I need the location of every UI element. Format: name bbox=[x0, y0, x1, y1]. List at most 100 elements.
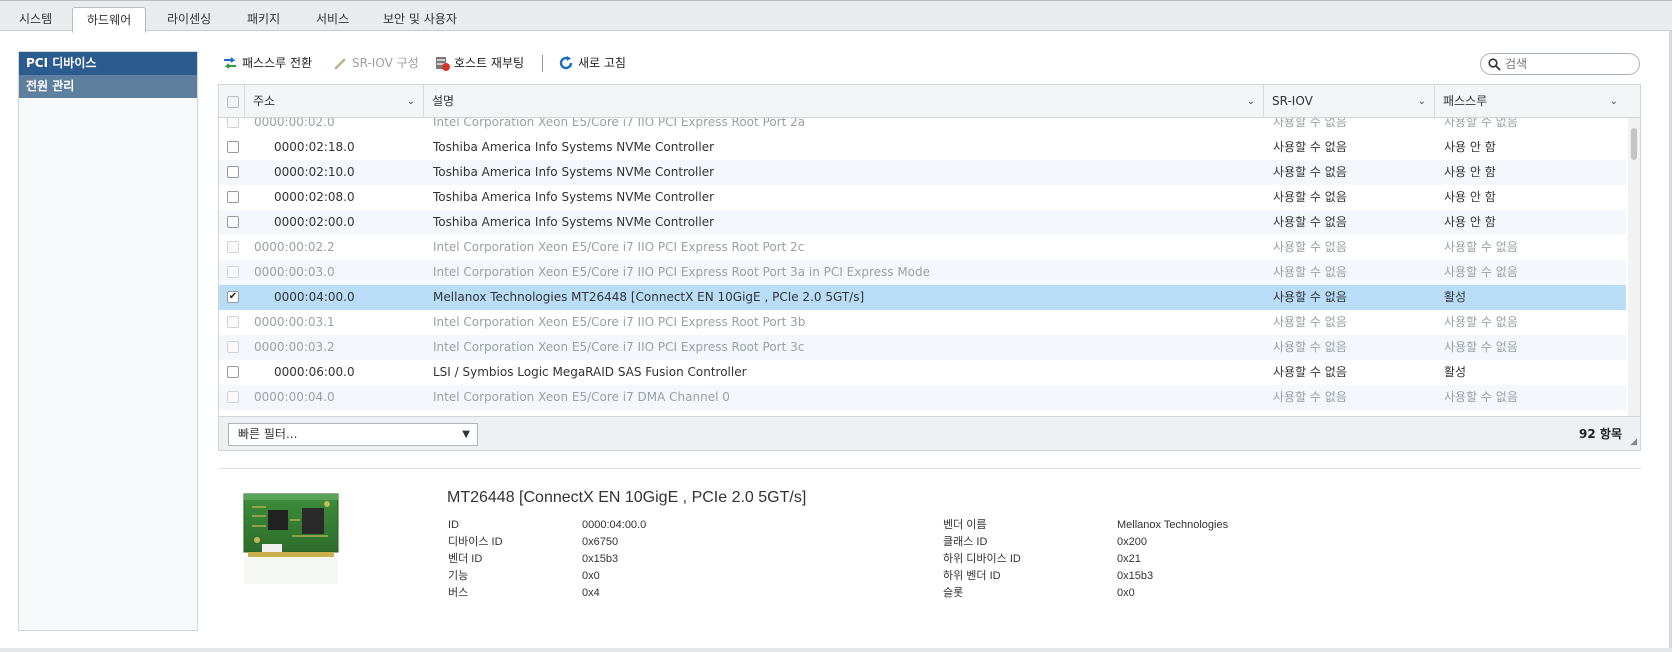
tab-security-users[interactable]: 보안 및 사용자 bbox=[369, 7, 471, 32]
sidebar-item-pci-devices[interactable]: PCI 디바이스 bbox=[19, 52, 197, 75]
table-row-selected[interactable]: ✔ 0000:04:00.0 Mellanox Technologies MT2… bbox=[219, 285, 1626, 310]
row-sriov: 사용할 수 없음 bbox=[1273, 340, 1347, 354]
row-passthrough: 활성 bbox=[1444, 365, 1467, 379]
row-address: 0000:00:03.1 bbox=[254, 315, 335, 329]
table-row[interactable]: 0000:00:02.0 Intel Corporation Xeon E5/C… bbox=[219, 118, 1626, 135]
grid-rows: 0000:00:02.0 Intel Corporation Xeon E5/C… bbox=[219, 118, 1626, 416]
quick-filter-dropdown[interactable]: 빠른 필터... ▼ bbox=[228, 423, 478, 446]
row-description: Mellanox Technologies MT26448 [ConnectX … bbox=[433, 290, 865, 304]
quick-filter-label: 빠른 필터... bbox=[238, 427, 298, 441]
row-checkbox[interactable] bbox=[227, 141, 239, 153]
row-checkbox[interactable] bbox=[227, 216, 239, 228]
row-description: Intel Corporation Xeon E5/Core i7 IIO PC… bbox=[433, 315, 806, 329]
row-sriov: 사용할 수 없음 bbox=[1273, 240, 1347, 254]
row-sriov: 사용할 수 없음 bbox=[1273, 365, 1347, 379]
column-sriov-label: SR-IOV bbox=[1272, 94, 1313, 108]
toggle-passthrough-button[interactable]: 패스스루 전환 bbox=[222, 52, 312, 74]
detail-value: 0000:04:00.0 bbox=[582, 519, 647, 531]
row-address: 0000:00:02.0 bbox=[254, 118, 335, 129]
tab-system[interactable]: 시스템 bbox=[5, 7, 66, 32]
detail-key: 기능 bbox=[448, 570, 469, 582]
table-row[interactable]: 0000:02:18.0 Toshiba America Info System… bbox=[219, 135, 1626, 160]
detail-value: 0x15b3 bbox=[582, 553, 619, 565]
table-row[interactable]: 0000:00:03.1 Intel Corporation Xeon E5/C… bbox=[219, 310, 1626, 335]
row-checkbox[interactable] bbox=[227, 391, 239, 403]
row-checkbox[interactable] bbox=[227, 241, 239, 253]
row-address: 0000:00:04.0 bbox=[254, 390, 335, 404]
chevron-down-icon[interactable]: ⌄ bbox=[407, 85, 415, 118]
row-checkbox[interactable] bbox=[227, 316, 239, 328]
tab-licensing[interactable]: 라이센싱 bbox=[153, 7, 225, 32]
chevron-down-icon[interactable]: ⌄ bbox=[1610, 85, 1618, 118]
row-address: 0000:02:08.0 bbox=[274, 190, 355, 204]
chevron-down-icon[interactable]: ⌄ bbox=[1418, 85, 1426, 118]
tab-hardware[interactable]: 하드웨어 bbox=[72, 7, 147, 33]
device-title: MT26448 [ConnectX EN 10GigE , PCIe 2.0 5… bbox=[447, 489, 807, 506]
row-sriov: 사용할 수 없음 bbox=[1273, 165, 1347, 179]
row-address: 0000:02:10.0 bbox=[274, 165, 355, 179]
table-row[interactable]: 0000:00:03.0 Intel Corporation Xeon E5/C… bbox=[219, 260, 1626, 285]
table-row[interactable]: 0000:00:04.0 Intel Corporation Xeon E5/C… bbox=[219, 385, 1626, 410]
detail-key: 디바이스 ID bbox=[448, 536, 503, 548]
select-all-checkbox[interactable] bbox=[227, 96, 239, 108]
row-sriov: 사용할 수 없음 bbox=[1273, 190, 1347, 204]
select-all-cell bbox=[219, 85, 245, 118]
configure-sriov-button[interactable]: SR-IOV 구성 bbox=[332, 52, 419, 74]
row-address: 0000:04:00.0 bbox=[274, 290, 355, 304]
row-checkbox-checked[interactable]: ✔ bbox=[227, 291, 239, 303]
grid-scrollbar[interactable] bbox=[1628, 118, 1640, 416]
tab-services[interactable]: 서비스 bbox=[302, 7, 363, 32]
column-header-address[interactable]: 주소 ⌄ bbox=[245, 85, 424, 118]
tab-packages[interactable]: 패키지 bbox=[233, 7, 294, 32]
row-address: 0000:06:00.0 bbox=[274, 365, 355, 379]
row-sriov: 사용할 수 없음 bbox=[1273, 315, 1347, 329]
row-passthrough: 사용 안 함 bbox=[1444, 140, 1496, 154]
table-row[interactable]: 0000:02:00.0 Toshiba America Info System… bbox=[219, 210, 1626, 235]
row-sriov: 사용할 수 없음 bbox=[1273, 215, 1347, 229]
row-checkbox[interactable] bbox=[227, 118, 239, 128]
detail-value: 0x0 bbox=[582, 570, 600, 582]
table-row[interactable]: 0000:02:08.0 Toshiba America Info System… bbox=[219, 185, 1626, 210]
row-checkbox[interactable] bbox=[227, 341, 239, 353]
table-row[interactable]: 0000:00:03.2 Intel Corporation Xeon E5/C… bbox=[219, 335, 1626, 360]
detail-value: 0x21 bbox=[1117, 553, 1141, 565]
table-row[interactable]: 0000:06:00.0 LSI / Symbios Logic MegaRAI… bbox=[219, 360, 1626, 385]
row-checkbox[interactable] bbox=[227, 191, 239, 203]
refresh-button[interactable]: 새로 고침 bbox=[558, 52, 626, 74]
detail-key: 하위 디바이스 ID bbox=[943, 553, 1021, 565]
refresh-icon bbox=[559, 56, 573, 70]
sidebar-item-power-management[interactable]: 전원 관리 bbox=[19, 75, 197, 98]
top-tab-bar: 시스템 하드웨어 라이센싱 패키지 서비스 보안 및 사용자 bbox=[0, 0, 1672, 33]
row-checkbox[interactable] bbox=[227, 266, 239, 278]
detail-value: 0x15b3 bbox=[1117, 570, 1154, 582]
grid-footer: 빠른 필터... ▼ 92 항목 ◢ bbox=[219, 416, 1640, 450]
row-description: Intel Corporation Xeon E5/Core i7 IIO PC… bbox=[433, 240, 805, 254]
row-address: 0000:00:03.0 bbox=[254, 265, 335, 279]
resize-grip-icon[interactable]: ◢ bbox=[1630, 437, 1637, 447]
row-description: Intel Corporation Xeon E5/Core i7 DMA Ch… bbox=[433, 390, 730, 404]
scrollbar-thumb[interactable] bbox=[1631, 128, 1637, 160]
row-address: 0000:00:02.2 bbox=[254, 240, 335, 254]
row-description: Intel Corporation Xeon E5/Core i7 IIO PC… bbox=[433, 340, 805, 354]
table-row[interactable]: 0000:00:02.2 Intel Corporation Xeon E5/C… bbox=[219, 235, 1626, 260]
row-passthrough: 사용 안 함 bbox=[1444, 165, 1496, 179]
row-checkbox[interactable] bbox=[227, 366, 239, 378]
table-row[interactable]: 0000:02:10.0 Toshiba America Info System… bbox=[219, 160, 1626, 185]
search-box bbox=[1480, 53, 1640, 75]
row-passthrough: 사용할 수 없음 bbox=[1444, 390, 1518, 404]
search-input[interactable] bbox=[1503, 55, 1633, 73]
row-checkbox[interactable] bbox=[227, 166, 239, 178]
column-header-sriov[interactable]: SR-IOV ⌄ bbox=[1264, 85, 1435, 118]
chevron-down-icon[interactable]: ⌄ bbox=[1247, 85, 1255, 118]
detail-value: 0x0 bbox=[1117, 587, 1135, 599]
row-sriov: 사용할 수 없음 bbox=[1273, 290, 1347, 304]
reboot-host-button[interactable]: 호스트 재부팅 bbox=[434, 52, 524, 74]
column-header-passthrough[interactable]: 패스스루 ⌄ bbox=[1435, 85, 1626, 118]
column-header-description[interactable]: 설명 ⌄ bbox=[424, 85, 1264, 118]
pencil-icon bbox=[334, 58, 346, 70]
detail-value: 0x200 bbox=[1117, 536, 1147, 548]
detail-value: 0x6750 bbox=[582, 536, 619, 548]
detail-key: ID bbox=[448, 519, 459, 531]
row-passthrough: 사용할 수 없음 bbox=[1444, 265, 1518, 279]
row-address: 0000:02:00.0 bbox=[274, 215, 355, 229]
